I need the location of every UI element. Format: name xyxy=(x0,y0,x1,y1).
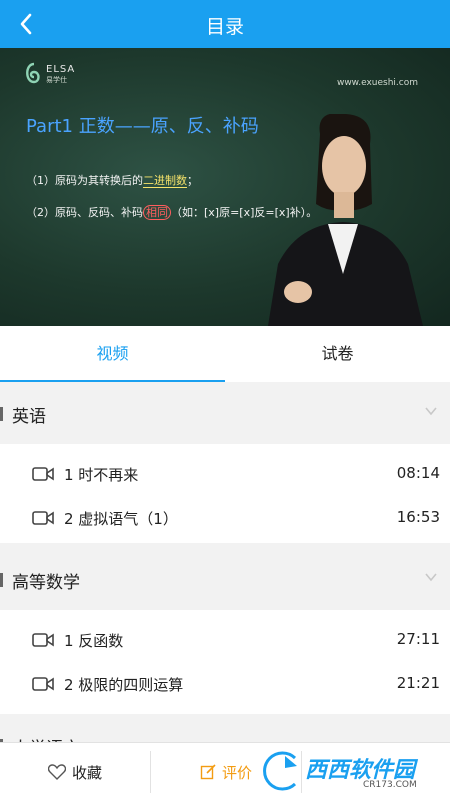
lecture-headline: Part1 正数——原、反、补码 xyxy=(26,116,259,137)
lesson-duration: 16:53 xyxy=(396,508,440,526)
tab-bar: 视频 试卷 xyxy=(0,326,450,382)
lesson-title: 1 时不再来 xyxy=(64,466,139,484)
tab-video[interactable]: 视频 xyxy=(0,326,225,382)
page-title: 目录 xyxy=(205,16,244,38)
edit-icon xyxy=(200,764,216,780)
video-camera-icon xyxy=(32,467,54,481)
favorite-button[interactable]: 收藏 xyxy=(0,743,150,800)
lecture-line-1: （1）原码为其转换后的二进制数； xyxy=(26,174,198,188)
teacher-figure xyxy=(268,114,423,326)
video-camera-icon xyxy=(32,677,54,691)
chevron-down-icon xyxy=(425,573,437,582)
heart-icon xyxy=(47,764,66,780)
video-player[interactable]: ELSA 易学仕 www.exueshi.com Part1 正数——原、反、补… xyxy=(0,48,450,326)
lesson-title: 2 虚拟语气（1） xyxy=(64,510,178,528)
video-camera-icon xyxy=(32,633,54,647)
top-bar: 目录 xyxy=(0,0,450,48)
watermark-site: CR173.COM xyxy=(363,780,417,790)
section-marker xyxy=(0,407,3,421)
review-label: 评价 xyxy=(221,763,252,782)
lesson-duration: 08:14 xyxy=(396,464,440,482)
lesson-duration: 21:21 xyxy=(396,674,440,692)
lesson-item[interactable]: 2 虚拟语气（1） 16:53 xyxy=(0,493,450,543)
site-watermark-overlay: 西西软件园 CR173.COM xyxy=(255,746,445,796)
section-marker xyxy=(0,573,3,587)
watermark-logo-icon xyxy=(261,749,298,793)
section-name: 高等数学 xyxy=(12,573,80,593)
section-header-advanced-math[interactable]: 高等数学 xyxy=(0,548,450,610)
chevron-down-icon xyxy=(425,407,437,416)
lesson-duration: 27:11 xyxy=(396,630,440,648)
site-watermark: www.exueshi.com xyxy=(336,78,418,88)
tab-paper[interactable]: 试卷 xyxy=(225,326,450,382)
lesson-item[interactable]: 1 时不再来 08:14 xyxy=(0,449,450,499)
logo-text: ELSA 易学仕 xyxy=(46,64,76,84)
section-header-english[interactable]: 英语 xyxy=(0,382,450,444)
lesson-item[interactable]: 1 反函数 27:11 xyxy=(0,615,450,665)
video-camera-icon xyxy=(32,511,54,525)
lesson-title: 2 极限的四则运算 xyxy=(64,676,184,694)
lesson-item[interactable]: 2 极限的四则运算 21:21 xyxy=(0,659,450,714)
lesson-title: 1 反函数 xyxy=(64,632,124,650)
favorite-label: 收藏 xyxy=(71,763,102,782)
section-name: 英语 xyxy=(12,407,46,427)
